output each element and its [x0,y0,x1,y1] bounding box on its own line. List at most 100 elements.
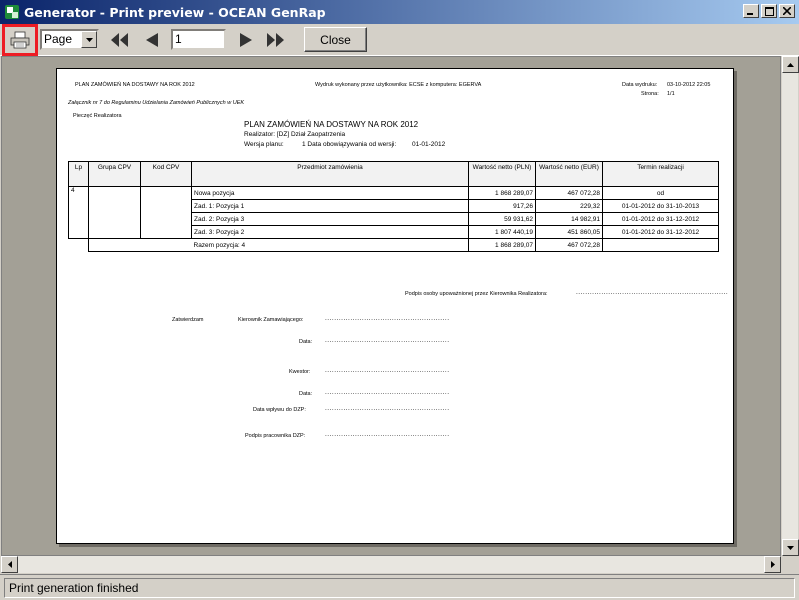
dropdown-arrow[interactable] [81,31,97,48]
signature-line: ........................................… [576,289,729,296]
scroll-left-button[interactable] [1,556,18,573]
next-page-icon [240,33,252,47]
total-item-cell: Razem pozycja: 4 [191,238,469,252]
cpv-group-cell [88,186,141,239]
maximize-icon [764,6,774,16]
version-value: 1 Data obowiązywania od wersji: [302,141,397,148]
arrow-right-icon [770,561,775,568]
header-date: 03-10-2012 22:05 [667,82,711,88]
preview-area[interactable]: PLAN ZAMÓWIEŃ NA DOSTAWY NA ROK 2012 Wyd… [1,56,781,556]
scroll-down-button[interactable] [782,539,799,556]
maximize-button[interactable] [761,4,777,18]
pln-cell: 1 807 440,19 [468,225,536,239]
previous-page-icon [146,33,158,47]
receipt-date-line: ........................................… [325,405,450,412]
close-window-button[interactable] [779,4,795,18]
eur-cell: 229,32 [535,199,603,213]
close-button[interactable]: Close [304,27,367,52]
realizator: Realizator: [DZ] Dział Zaopatrzenia [244,131,346,138]
header-date-label: Data wydruku: [622,82,658,88]
column-header: Kod CPV [140,161,192,187]
header-page-label: Strona: [641,91,659,97]
term-cell: 01-01-2012 do 31-12-2012 [602,225,719,239]
signature-label: Podpis osoby upoważnionej przez Kierowni… [405,291,548,297]
quaestor-label: Kwestor: [289,369,311,375]
manager-signature-line: ........................................… [325,315,450,322]
toolbar: Page 1 Close [0,24,799,56]
approve-label: Zatwierdzam [172,317,204,323]
manager-label: Kierownik Zamawiającego: [238,317,304,323]
printer-icon [10,31,30,49]
table-total-row: Razem pozycja: 4 1 868 289,07 467 072,28 [69,238,719,252]
table-row: 4 Nowa pozycja 1 868 289,07 467 072,28 o… [68,186,719,239]
column-header: Grupa CPV [88,161,141,187]
chevron-down-icon [85,37,93,42]
app-icon [5,5,19,19]
employee-signature-line: ........................................… [325,431,450,438]
eur-cell: 451 860,05 [535,225,603,239]
zoom-select-value: Page [44,32,73,46]
arrow-down-icon [787,545,794,550]
date-line: ........................................… [325,337,450,344]
lp-cell: 4 [68,186,89,239]
empty-cell [69,239,89,252]
arrow-up-icon [787,62,794,67]
window-title: Generator - Print preview - OCEAN GenRap [24,4,326,20]
horizontal-scrollbar[interactable] [1,556,781,573]
next-page-button[interactable] [237,31,257,49]
item-cell: Nowa pozycja [191,186,469,200]
version-date: 01-01-2012 [412,141,446,148]
main-title: PLAN ZAMÓWIEŃ NA DOSTAWY NA ROK 2012 [244,120,419,129]
employee-signature-label: Podpis pracownika DZP: [245,433,306,439]
status-text: Print generation finished [4,578,795,598]
last-page-button[interactable] [266,31,286,49]
date-line: ........................................… [325,389,450,396]
table-header-row: Lp Grupa CPV Kod CPV Przedmiot zamówieni… [68,161,719,187]
header-page: 1/1 [667,91,675,97]
header-left: PLAN ZAMÓWIEŃ NA DOSTAWY NA ROK 2012 [75,82,195,88]
title-bar: Generator - Print preview - OCEAN GenRap [0,0,799,24]
column-header: Lp [68,161,89,187]
empty-cell [88,238,192,252]
minimize-button[interactable] [743,4,759,18]
header-center: Wydruk wykonany przez użytkownika: ECSE … [315,82,482,88]
status-bar: Print generation finished [0,574,799,600]
first-page-button[interactable] [110,31,130,49]
stamp-label: Pieczęć Realizatora [73,113,122,119]
document-page: PLAN ZAMÓWIEŃ NA DOSTAWY NA ROK 2012 Wyd… [56,68,734,544]
date-label: Data: [299,391,313,397]
term-cell: 01-01-2012 do 31-10-2013 [602,199,719,213]
term-cell: 01-01-2012 do 31-12-2012 [602,212,719,226]
first-page-icon [111,33,128,47]
scroll-right-button[interactable] [764,556,781,573]
receipt-date-label: Data wpływu do DZP: [253,407,306,413]
pln-cell: 59 931,62 [468,212,536,226]
arrow-left-icon [7,561,12,568]
eur-cell: 467 072,28 [535,186,603,200]
column-header: Przedmiot zamówienia [191,161,469,187]
close-icon [783,7,791,15]
item-cell: Zad. 1: Pozycja 1 [191,199,469,213]
date-label: Data: [299,339,313,345]
scroll-up-button[interactable] [782,56,799,73]
column-header: Wartość netto (EUR) [535,161,603,187]
version-label: Wersja planu: [244,141,284,148]
print-button[interactable] [2,24,38,56]
eur-cell: 14 982,91 [535,212,603,226]
zoom-select[interactable]: Page [40,29,99,50]
page-number-input[interactable]: 1 [171,29,226,50]
pln-cell: 917,26 [468,199,536,213]
last-page-icon [267,33,284,47]
scrollbar-corner [781,556,798,573]
vertical-scrollbar[interactable] [781,56,799,556]
cpv-code-cell [140,186,192,239]
item-cell: Zad. 3: Pozycja 2 [191,225,469,239]
total-eur-cell: 467 072,28 [535,238,603,252]
attachment-note: Załącznik nr 7 do Regulaminu Udzielania … [68,100,245,106]
empty-cell [602,238,719,252]
minimize-icon [747,13,753,15]
column-header: Termin realizacji [602,161,719,187]
plan-table: Lp Grupa CPV Kod CPV Przedmiot zamówieni… [68,161,719,252]
quaestor-signature-line: ........................................… [325,367,450,374]
previous-page-button[interactable] [141,31,161,49]
